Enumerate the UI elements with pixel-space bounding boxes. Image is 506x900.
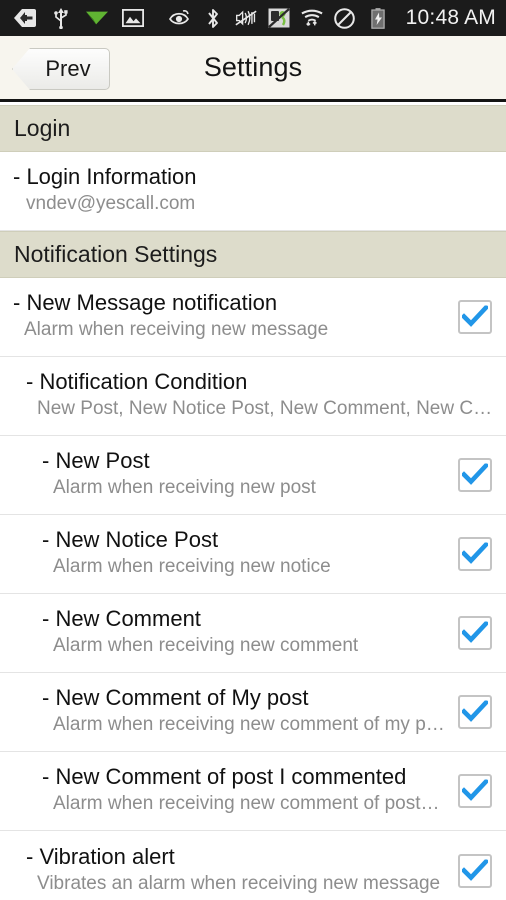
settings-screen: 10:48 AM Prev Settings Login - Login Inf… xyxy=(0,0,506,900)
status-bar-left-icons xyxy=(14,7,144,29)
row-subtitle: New Post, New Notice Post, New Comment, … xyxy=(37,398,493,420)
status-bar: 10:48 AM xyxy=(0,0,506,36)
checkbox-new-notice-post[interactable] xyxy=(458,537,492,571)
row-text: - New Post Alarm when receiving new post xyxy=(0,439,452,510)
do-not-disturb-icon xyxy=(334,7,356,29)
list-item-new-message-notification[interactable]: - New Message notification Alarm when re… xyxy=(0,278,506,357)
bluetooth-icon xyxy=(202,7,224,29)
prev-button[interactable]: Prev xyxy=(12,48,110,90)
row-subtitle: Vibrates an alarm when receiving new mes… xyxy=(37,872,441,894)
list-item-new-notice-post[interactable]: - New Notice Post Alarm when receiving n… xyxy=(0,515,506,594)
row-text: - New Comment Alarm when receiving new c… xyxy=(0,597,452,668)
row-subtitle: Alarm when receiving new notice xyxy=(53,556,331,578)
section-header-label: Notification Settings xyxy=(14,241,218,267)
list-item-vibration-alert[interactable]: - Vibration alert Vibrates an alarm when… xyxy=(0,831,506,900)
section-header-label: Login xyxy=(14,115,71,141)
checkbox-vibration-alert[interactable] xyxy=(458,853,492,888)
checkbox-new-comment-of-my-post[interactable] xyxy=(458,695,492,729)
status-bar-clock: 10:48 AM xyxy=(405,6,496,29)
row-text: - Vibration alert Vibrates an alarm when… xyxy=(0,835,452,900)
row-title: - New Message notification xyxy=(13,290,278,316)
checkbox-cell xyxy=(452,537,498,571)
row-subtitle: Alarm when receiving new post xyxy=(53,477,316,499)
section-header-login: Login xyxy=(0,105,506,152)
usb-icon xyxy=(50,7,72,29)
mute-vibrate-icon xyxy=(235,7,257,29)
row-text: - New Message notification Alarm when re… xyxy=(0,281,452,352)
list-item-new-comment[interactable]: - New Comment Alarm when receiving new c… xyxy=(0,594,506,673)
paper-plane-icon xyxy=(86,7,108,29)
checkbox-cell xyxy=(452,458,498,492)
image-icon xyxy=(122,7,144,29)
row-title: - New Post xyxy=(42,448,150,474)
row-title: - Vibration alert xyxy=(26,843,175,869)
row-subtitle: Alarm when receiving new message xyxy=(24,319,329,341)
checkbox-new-post[interactable] xyxy=(458,458,492,492)
checkbox-new-comment-of-post-i-commented[interactable] xyxy=(458,774,492,808)
checkbox-cell xyxy=(452,853,498,888)
list-item-notification-condition[interactable]: - Notification Condition New Post, New N… xyxy=(0,357,506,436)
list-item-new-post[interactable]: - New Post Alarm when receiving new post xyxy=(0,436,506,515)
row-title: - Login Information xyxy=(13,164,197,190)
checkbox-new-message-notification[interactable] xyxy=(458,300,492,334)
wifi-data-icon xyxy=(301,7,323,29)
android-sync-off-icon xyxy=(267,7,290,29)
row-subtitle: vndev@yescall.com xyxy=(26,193,196,215)
checkbox-cell xyxy=(452,774,498,808)
status-bar-right-icons: 10:48 AM xyxy=(168,6,496,30)
list-item-new-comment-of-my-post[interactable]: - New Comment of My post Alarm when rece… xyxy=(0,673,506,752)
row-title: - New Notice Post xyxy=(42,527,219,553)
title-bar: Prev Settings xyxy=(0,36,506,102)
row-text: - Login Information vndev@yescall.com xyxy=(0,155,498,226)
row-text: - New Notice Post Alarm when receiving n… xyxy=(0,518,452,589)
list-item-new-comment-of-post-i-commented[interactable]: - New Comment of post I commented Alarm … xyxy=(0,752,506,831)
checkbox-cell xyxy=(452,616,498,650)
row-text: - New Comment of post I commented Alarm … xyxy=(0,755,452,826)
row-subtitle: Alarm when receiving new comment xyxy=(53,635,359,657)
settings-list[interactable]: Login - Login Information vndev@yescall.… xyxy=(0,105,506,900)
section-header-notification-settings: Notification Settings xyxy=(0,231,506,278)
prev-button-label: Prev xyxy=(45,56,91,81)
row-title: - New Comment xyxy=(42,606,201,632)
checkbox-cell xyxy=(452,695,498,729)
row-subtitle: Alarm when receiving new comment of post… xyxy=(53,793,440,815)
row-title: - New Comment of My post xyxy=(42,685,309,711)
row-title: - New Comment of post I commented xyxy=(42,764,407,790)
row-title: - Notification Condition xyxy=(26,369,248,395)
battery-charging-icon xyxy=(367,7,389,29)
back-arrow-badge-icon xyxy=(14,7,36,29)
row-subtitle: Alarm when receiving new comment of my p… xyxy=(53,714,445,736)
row-text: - New Comment of My post Alarm when rece… xyxy=(0,676,452,747)
checkbox-cell xyxy=(452,300,498,334)
checkbox-new-comment[interactable] xyxy=(458,616,492,650)
row-text: - Notification Condition New Post, New N… xyxy=(0,360,498,431)
eye-icon xyxy=(168,7,191,29)
list-item-login-information[interactable]: - Login Information vndev@yescall.com xyxy=(0,152,506,231)
